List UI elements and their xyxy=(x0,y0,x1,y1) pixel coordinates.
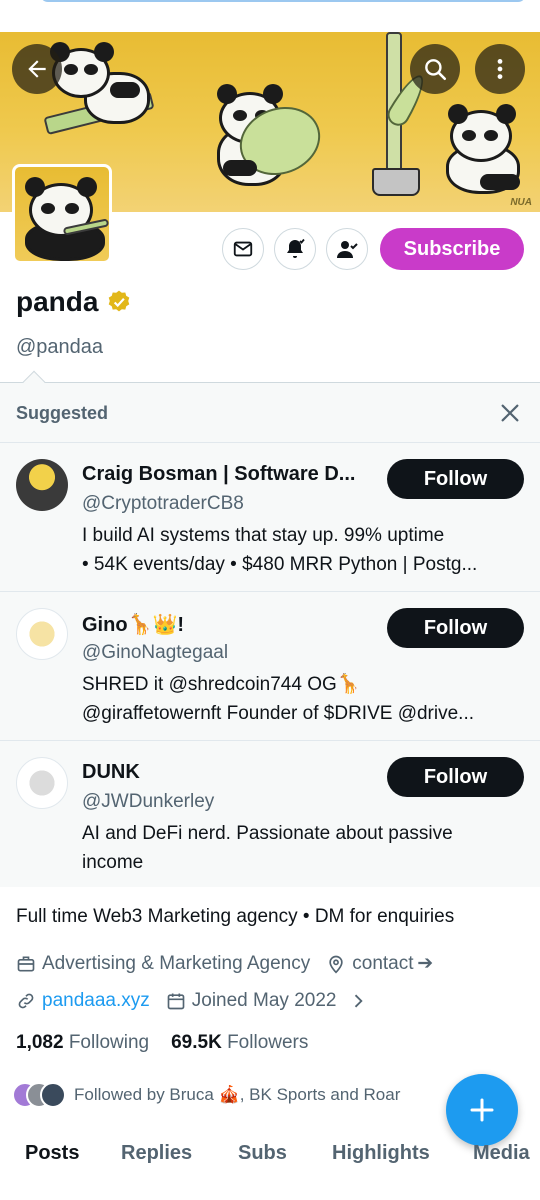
followers-stat[interactable]: 69.5K Followers xyxy=(171,1032,308,1054)
calendar-icon xyxy=(167,993,185,1010)
search-button[interactable] xyxy=(410,44,460,94)
profile-avatar[interactable] xyxy=(12,164,112,264)
mail-icon xyxy=(233,241,253,257)
suggested-user-bio-line: SHRED it @shredcoin744 OG🦒 xyxy=(82,674,361,695)
chevron-right-icon[interactable] xyxy=(348,991,368,1011)
display-name-text: panda xyxy=(16,286,99,317)
suggested-user-avatar[interactable] xyxy=(16,757,68,809)
more-vertical-icon xyxy=(497,59,503,79)
followed-by-row[interactable]: Followed by Bruca 🎪, BK Sports and Roar xyxy=(12,1082,400,1108)
following-person-check-icon xyxy=(337,241,358,258)
suggested-user-bio-line: • 54K events/day • $480 MRR Python | Pos… xyxy=(82,554,478,575)
suggested-user-name[interactable]: Craig Bosman | Software D... xyxy=(82,463,372,486)
followers-count: 69.5K xyxy=(171,1032,222,1053)
suggested-user-avatar[interactable] xyxy=(16,608,68,660)
suggested-user-handle: @GinoNagtegaal xyxy=(82,642,229,663)
tab-highlights[interactable]: Highlights xyxy=(332,1142,430,1165)
profile-meta-row-1: Advertising & Marketing Agency contact ➔ xyxy=(16,952,433,975)
follow-stats: 1,082 Following 69.5K Followers xyxy=(16,1032,308,1054)
back-arrow-icon xyxy=(28,60,46,78)
suggested-user-handle: @CryptotraderCB8 xyxy=(82,493,244,514)
banner-panda-right xyxy=(440,104,530,204)
notification-bell-icon xyxy=(287,238,305,258)
suggested-user-bio: SHRED it @shredcoin744 OG🦒 @giraffetower… xyxy=(82,670,522,728)
subscribe-label: Subscribe xyxy=(403,237,501,260)
search-icon xyxy=(425,59,447,81)
banner-panda-middle xyxy=(205,82,330,202)
suggested-user-bio-line: income xyxy=(82,852,144,873)
followed-by-text: Followed by Bruca 🎪, BK Sports and Roar xyxy=(74,1085,401,1104)
banner-artist-signature: NUA xyxy=(510,197,532,208)
subscribe-button[interactable]: Subscribe xyxy=(380,228,524,270)
profile-meta-row-2: pandaaa.xyz Joined May 2022 xyxy=(16,990,368,1012)
back-button[interactable] xyxy=(12,44,62,94)
suggested-user-bio-line: AI and DeFi nerd. Passionate about passi… xyxy=(82,823,453,844)
tab-replies[interactable]: Replies xyxy=(121,1142,192,1165)
profile-tabs: Posts Replies Subs Highlights Media xyxy=(0,1128,540,1180)
plus-icon xyxy=(470,1098,494,1122)
followers-label: Followers xyxy=(227,1032,309,1053)
tab-posts[interactable]: Posts xyxy=(25,1142,79,1165)
notifications-button[interactable] xyxy=(274,228,316,270)
verified-badge-icon xyxy=(109,290,130,312)
top-search-strip xyxy=(0,0,540,32)
follower-avatar xyxy=(40,1082,66,1108)
more-options-button[interactable] xyxy=(475,44,525,94)
suggested-panel: Suggested Craig Bosman | Software D... @… xyxy=(0,370,540,889)
suggested-notch xyxy=(22,370,46,394)
suggested-user-bio: AI and DeFi nerd. Passionate about passi… xyxy=(82,819,522,877)
suggested-user-bio-line: @giraffetowernft Founder of $DRIVE @driv… xyxy=(82,703,475,724)
search-pill-edge xyxy=(40,0,526,2)
display-name: panda xyxy=(16,286,132,318)
profile-location: contact ➔ xyxy=(352,953,434,974)
briefcase-icon xyxy=(17,956,35,971)
suggested-user-row[interactable]: Craig Bosman | Software D... @Cryptotrad… xyxy=(0,443,540,591)
follow-button[interactable]: Follow xyxy=(387,459,524,499)
profile-joined-date: Joined May 2022 xyxy=(191,990,337,1011)
tab-media[interactable]: Media xyxy=(473,1142,530,1165)
follow-label: Follow xyxy=(423,616,488,639)
follow-button[interactable]: Follow xyxy=(387,608,524,648)
follow-label: Follow xyxy=(423,467,488,490)
link-icon xyxy=(18,993,34,1009)
location-pin-icon xyxy=(329,955,343,974)
following-label: Following xyxy=(68,1032,150,1053)
suggested-user-row[interactable]: Gino🦒👑! @GinoNagtegaal SHRED it @shredco… xyxy=(0,592,540,740)
suggested-user-handle: @JWDunkerley xyxy=(82,791,215,812)
message-button[interactable] xyxy=(222,228,264,270)
suggested-user-name[interactable]: DUNK xyxy=(82,761,372,784)
follow-button[interactable]: Follow xyxy=(387,757,524,797)
profile-handle: @pandaa xyxy=(16,336,104,358)
suggested-user-row[interactable]: DUNK @JWDunkerley AI and DeFi nerd. Pass… xyxy=(0,741,540,889)
suggested-user-bio: I build AI systems that stay up. 99% upt… xyxy=(82,521,522,579)
banner-pot xyxy=(372,168,420,196)
followed-by-avatars xyxy=(12,1082,66,1108)
follow-label: Follow xyxy=(423,765,488,788)
following-button[interactable] xyxy=(326,228,368,270)
profile-category: Advertising & Marketing Agency xyxy=(42,952,311,974)
tab-subs[interactable]: Subs xyxy=(238,1142,287,1165)
following-stat[interactable]: 1,082 Following xyxy=(16,1032,149,1054)
suggested-title: Suggested xyxy=(16,403,109,423)
profile-bio: Full time Web3 Marketing agency • DM for… xyxy=(16,906,455,927)
following-count: 1,082 xyxy=(16,1032,64,1053)
profile-website-link[interactable]: pandaaa.xyz xyxy=(42,990,150,1012)
avatar-panda xyxy=(19,177,109,261)
close-suggested-button[interactable] xyxy=(496,399,524,427)
close-icon xyxy=(501,404,519,422)
suggested-user-avatar[interactable] xyxy=(16,459,68,511)
suggested-user-bio-line: I build AI systems that stay up. 99% upt… xyxy=(82,525,445,546)
suggested-user-name[interactable]: Gino🦒👑! xyxy=(82,612,372,637)
